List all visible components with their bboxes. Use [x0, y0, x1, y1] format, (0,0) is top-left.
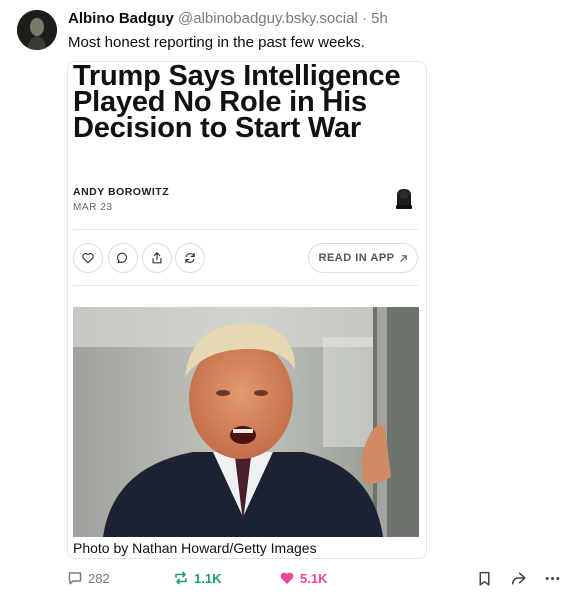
share-post-button[interactable] [510, 570, 527, 592]
reply-count: 282 [88, 570, 110, 586]
post-text: Most honest reporting in the past few we… [68, 34, 365, 51]
avatar[interactable] [17, 10, 57, 50]
reply-icon [68, 572, 82, 585]
post-header: Albino Badguy @albinobadguy.bsky.social … [68, 10, 388, 28]
read-in-app-label: READ IN APP [318, 252, 395, 264]
heart-button[interactable] [73, 243, 103, 273]
comment-icon [117, 252, 127, 264]
card-divider-bottom [73, 285, 419, 286]
post-time[interactable]: 5h [371, 10, 388, 27]
repost-button[interactable]: 1.1K [173, 570, 221, 586]
author-icon [392, 187, 416, 211]
ellipsis-icon [545, 577, 560, 580]
article-byline: ANDY BOROWITZ [73, 186, 170, 198]
author-handle[interactable]: @albinobadguy.bsky.social [178, 10, 358, 27]
heart-icon [82, 253, 94, 264]
photo-caption: Photo by Nathan Howard/Getty Images [73, 540, 317, 556]
photo-illustration [73, 307, 419, 537]
comment-button[interactable] [108, 243, 138, 273]
author-name[interactable]: Albino Badguy [68, 10, 174, 27]
card-divider-top [73, 229, 419, 230]
heart-filled-icon [280, 572, 294, 584]
reply-button[interactable]: 282 [67, 570, 110, 586]
bookmark-icon [479, 571, 490, 586]
share-arrow-icon [511, 572, 526, 585]
refresh-icon [185, 252, 195, 264]
share-icon [152, 252, 162, 264]
avatar-image [17, 10, 57, 50]
post: Albino Badguy @albinobadguy.bsky.social … [0, 0, 582, 601]
separator: · [361, 10, 367, 27]
read-in-app-button[interactable]: READ IN APP [308, 243, 418, 273]
repost-icon [175, 571, 187, 585]
bookmark-button[interactable] [476, 570, 493, 592]
share-button[interactable] [142, 243, 172, 273]
link-card[interactable]: Trump Says Intelligence Played No Role i… [67, 61, 427, 559]
repost-count: 1.1K [194, 570, 222, 586]
article-headline[interactable]: Trump Says Intelligence Played No Role i… [73, 62, 423, 143]
refresh-button[interactable] [175, 243, 205, 273]
article-photo[interactable] [73, 307, 419, 537]
arrow-up-right-icon [399, 254, 407, 262]
like-button[interactable]: 5.1K [279, 570, 327, 586]
post-actions: 282 1.1K 5.1K [0, 570, 582, 590]
article-date: MAR 23 [73, 202, 113, 213]
more-options-button[interactable] [544, 570, 561, 592]
like-count: 5.1K [300, 570, 328, 586]
